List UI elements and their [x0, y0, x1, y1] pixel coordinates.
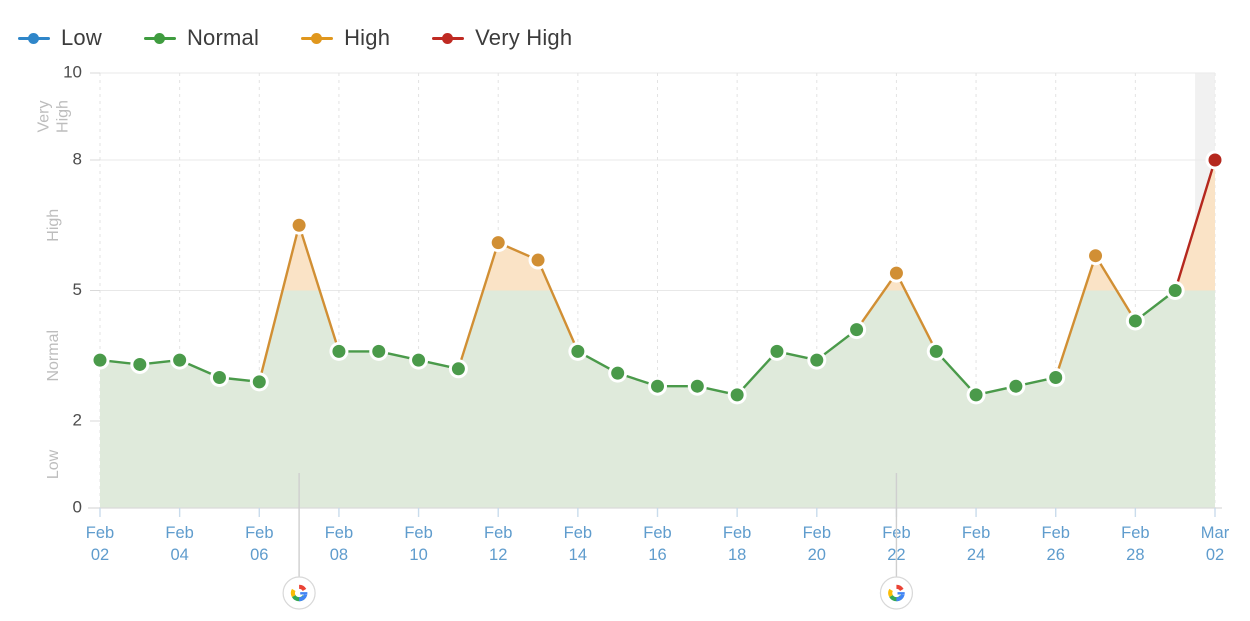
- x-axis-tick-label: Feb 12: [484, 524, 512, 564]
- legend-item-normal[interactable]: Normal: [143, 25, 260, 51]
- y-axis: 025810LowNormalHighVery High: [36, 62, 100, 516]
- legend-item-label: Very High: [475, 25, 573, 50]
- y-axis-tick-label: 0: [73, 497, 82, 516]
- legend-item-low[interactable]: Low: [18, 25, 102, 51]
- x-axis-tick-label: Feb 26: [1041, 524, 1069, 564]
- x-axis: Feb 02 Feb 04 Feb 06 Feb 08 Feb 10 Feb 12 Feb 14 Feb 16…: [86, 507, 1230, 564]
- data-point[interactable]: Feb 28: 4.3: [1128, 314, 1142, 328]
- x-axis-tick-label: Feb 14: [564, 524, 592, 564]
- data-point[interactable]: Feb 08: 3.6: [332, 344, 346, 358]
- data-point[interactable]: Feb 03: 3.3: [133, 357, 147, 371]
- x-axis-tick-label: Feb 20: [803, 524, 831, 564]
- data-point[interactable]: Feb 02: 3.4: [93, 353, 107, 367]
- data-point[interactable]: Feb 07: 6.5: [292, 218, 306, 232]
- x-axis-tick-label: Feb 18: [723, 524, 751, 564]
- y-axis-tick-label: 8: [73, 149, 82, 168]
- data-point[interactable]: Feb 23: 3.6: [929, 344, 943, 358]
- legend-item-label: Normal: [186, 25, 260, 50]
- chart-area: Feb 02: 3.4 Feb 03: 3.3 Feb 04: 3.4 Feb 05:…: [0, 62, 1250, 621]
- svg-text:Very: Very: [36, 100, 53, 132]
- svg-text:High: High: [45, 209, 62, 242]
- y-axis-tick-label: 2: [73, 410, 82, 429]
- data-point[interactable]: Feb 10: 3.4: [412, 353, 426, 367]
- y-axis-band-label: Very High: [36, 100, 72, 133]
- event-badge[interactable]: Google update — Feb 22: [879, 576, 914, 610]
- data-point[interactable]: Feb 19: 3.6: [770, 344, 784, 358]
- data-point[interactable]: Feb 09: 3.6: [372, 344, 386, 358]
- data-point[interactable]: Feb 17: 2.8: [690, 379, 704, 393]
- data-point[interactable]: Feb 21: 4.1: [850, 323, 864, 337]
- x-axis-tick-label: Feb 06: [245, 524, 273, 564]
- x-axis-tick-label: Feb 08: [325, 524, 353, 564]
- y-axis-tick-label: 10: [63, 62, 82, 81]
- data-point[interactable]: Feb 14: 3.6: [571, 344, 585, 358]
- data-point[interactable]: Feb 26: 3: [1049, 371, 1063, 384]
- data-point[interactable]: Feb 24: 2.6: [969, 388, 983, 402]
- data-point[interactable]: Feb 06: 2.9: [252, 375, 266, 389]
- x-axis-tick-label: Feb 02: [86, 524, 114, 564]
- legend-marker-icon: [18, 30, 50, 46]
- data-point[interactable]: Feb 27: 5.8: [1089, 249, 1103, 263]
- legend-marker-icon: [143, 30, 176, 46]
- data-point[interactable]: Feb 20: 3.4: [810, 353, 824, 367]
- x-axis-tick-label: Feb 04: [165, 524, 193, 564]
- legend-item-label: Low: [61, 25, 102, 50]
- legend-marker-icon: [432, 30, 465, 46]
- data-point[interactable]: Mar 01: 5: [1168, 284, 1182, 297]
- chart-legend: Low Normal High Very High: [18, 18, 614, 58]
- event-badge[interactable]: Google update — Feb 07: [282, 576, 316, 610]
- serp-volatility-chart-panel: LowNormalHighVery High Feb 02: 3.4Feb 03…: [0, 0, 1250, 621]
- legend-item-label: High: [344, 25, 391, 50]
- legend-marker-icon: [301, 30, 334, 46]
- svg-text:High: High: [55, 100, 72, 133]
- svg-text:Low: Low: [45, 449, 62, 479]
- data-point[interactable]: Feb 25: 2.8: [1009, 379, 1023, 393]
- legend-item-very-high[interactable]: Very High: [432, 25, 572, 51]
- legend-item-high[interactable]: High: [301, 25, 390, 51]
- data-point[interactable]: Feb 04: 3.4: [173, 353, 187, 367]
- data-point[interactable]: Feb 22: 5.4: [889, 266, 903, 280]
- data-point[interactable]: Feb 13: 5.7: [531, 253, 545, 267]
- x-axis-tick-label: Mar 02: [1201, 524, 1230, 564]
- data-point[interactable]: Mar 02: 8: [1208, 153, 1222, 167]
- y-axis-band-label: Low: [45, 449, 62, 479]
- y-axis-band-label: Normal: [45, 330, 62, 382]
- data-point[interactable]: Feb 12: 6.1: [491, 236, 505, 250]
- x-axis-tick-label: Feb 10: [404, 524, 432, 564]
- y-axis-tick-label: 5: [73, 280, 82, 299]
- data-point[interactable]: Feb 11: 3.2: [451, 362, 465, 376]
- data-point[interactable]: Feb 05: 3: [212, 371, 226, 384]
- data-point[interactable]: Feb 15: 3.1: [611, 366, 625, 380]
- x-axis-tick-label: Feb 28: [1121, 524, 1149, 564]
- x-axis-tick-label: Feb 24: [962, 524, 990, 564]
- data-point[interactable]: Feb 16: 2.8: [651, 379, 664, 393]
- svg-text:Normal: Normal: [45, 330, 62, 382]
- y-axis-band-label: High: [45, 209, 62, 242]
- data-point[interactable]: Feb 18: 2.6: [730, 388, 744, 402]
- volatility-line-chart: Feb 02: 3.4 Feb 03: 3.3 Feb 04: 3.4 Feb 05:…: [36, 62, 1230, 610]
- x-axis-tick-label: Feb 16: [643, 524, 671, 564]
